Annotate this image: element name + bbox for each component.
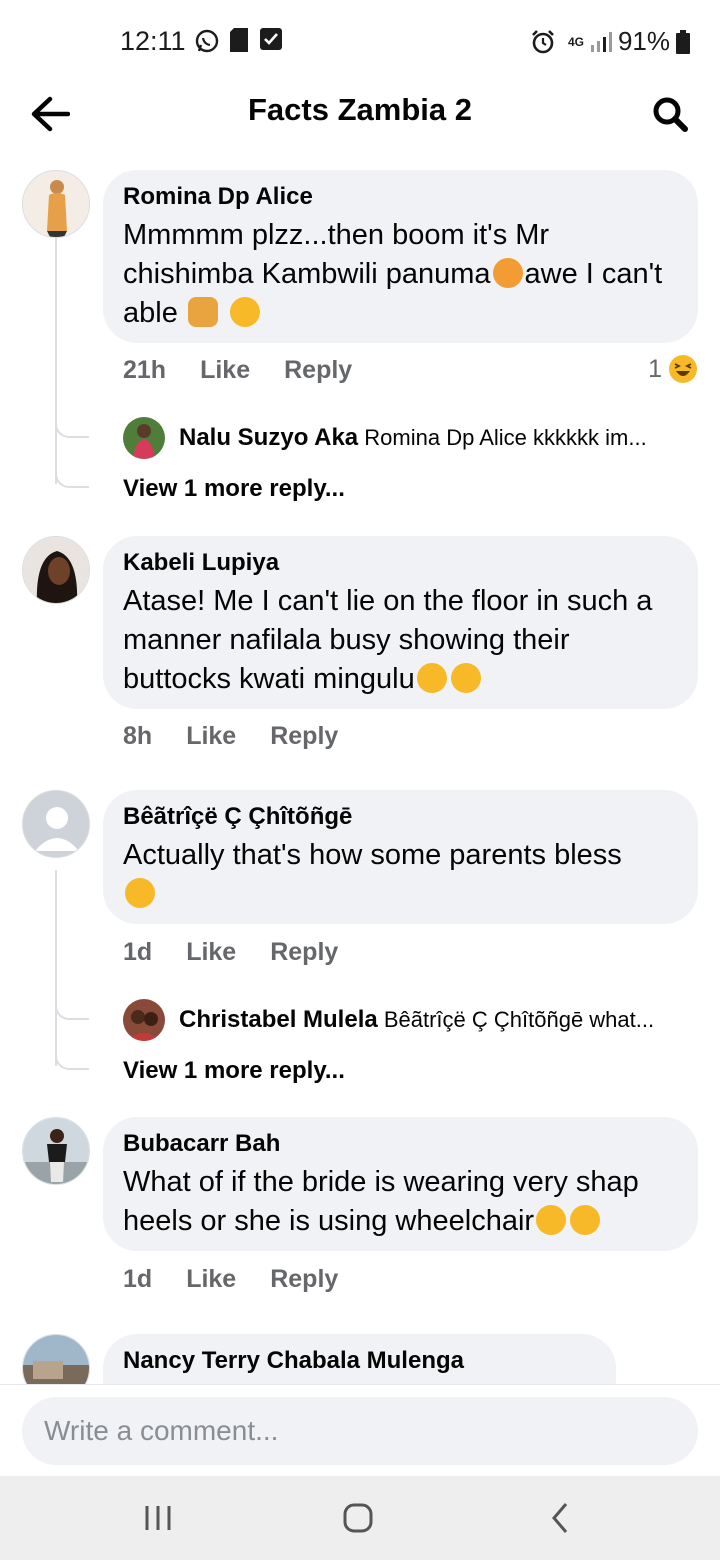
comment-author[interactable]: Kabeli Lupiya	[123, 548, 678, 578]
top-app-bar: Facts Zambia 2	[0, 80, 720, 152]
comment-input[interactable]	[22, 1397, 698, 1465]
comment-text: Atase! Me I can't lie on the floor in su…	[123, 585, 653, 695]
battery-icon	[676, 29, 690, 54]
reply-text: Christabel Mulela Bêãtrîçë Ç Çhîtõñgē wh…	[179, 1006, 655, 1033]
reply-button[interactable]: Reply	[284, 356, 352, 385]
reply-button[interactable]: Reply	[270, 938, 338, 967]
default-avatar-icon	[23, 791, 89, 857]
avatar-photo	[23, 537, 89, 603]
comment-text: Mmmmm plzz...then boom it's Mr chishimba…	[123, 219, 663, 329]
reply-author[interactable]: Christabel Mulela	[179, 1006, 378, 1033]
system-nav-bar	[0, 1476, 720, 1560]
alarm-icon	[532, 29, 554, 53]
page-title: Facts Zambia 2	[248, 92, 472, 127]
reaction-summary[interactable]: 1	[648, 354, 698, 384]
comment-text: What of if the bride is wearing very sha…	[123, 1166, 639, 1237]
sd-card-icon	[230, 28, 248, 52]
comment-actions: 1d Like Reply	[123, 938, 338, 967]
like-button[interactable]: Like	[186, 938, 236, 967]
comment-time: 21h	[123, 356, 167, 384]
home-icon[interactable]	[338, 1498, 378, 1538]
comment-actions: 21h Like Reply	[123, 356, 352, 385]
recents-icon[interactable]	[138, 1498, 178, 1538]
comment-time: 1d	[123, 938, 153, 966]
steam-from-nose-emoji	[450, 663, 481, 693]
reply-avatar[interactable]	[123, 999, 165, 1041]
nav-back-icon[interactable]	[540, 1498, 580, 1538]
smiling-face-emoji	[125, 878, 155, 908]
reply-avatar[interactable]	[123, 417, 165, 459]
avatar-photo	[123, 999, 165, 1041]
status-time: 12:11	[120, 26, 186, 56]
thread-branch	[55, 466, 89, 488]
reply-author[interactable]: Nalu Suzyo Aka	[179, 424, 358, 451]
comment-author[interactable]: Bêãtrîçë Ç Çhîtõñgē	[123, 802, 678, 832]
avatar[interactable]	[22, 536, 90, 604]
steam-from-nose-emoji	[416, 663, 447, 693]
reaction-count: 1	[648, 354, 662, 383]
avatar-photo	[23, 171, 89, 237]
reply-button[interactable]: Reply	[270, 722, 338, 751]
view-more-replies[interactable]: View 1 more reply...	[123, 1057, 345, 1085]
search-icon	[653, 97, 688, 132]
comment-composer	[0, 1384, 720, 1476]
comment-bubble[interactable]: Kabeli Lupiya Atase! Me I can't lie on t…	[103, 536, 698, 709]
status-right: 4G 91%	[530, 26, 690, 57]
reply-text: Nalu Suzyo Aka Romina Dp Alice kkkkkk im…	[179, 424, 647, 451]
reply-preview[interactable]: Christabel Mulela Bêãtrîçë Ç Çhîtõñgē wh…	[123, 999, 698, 1041]
reply-preview[interactable]: Nalu Suzyo Aka Romina Dp Alice kkkkkk im…	[123, 417, 698, 459]
comment-time: 8h	[123, 722, 153, 750]
signal-icon	[590, 31, 612, 52]
comment-author[interactable]: Romina Dp Alice	[123, 182, 678, 212]
comment-bubble[interactable]: Nancy Terry Chabala Mulenga	[103, 1334, 616, 1384]
avatar[interactable]	[22, 1334, 90, 1384]
avatar[interactable]	[22, 790, 90, 858]
avatar[interactable]	[22, 1117, 90, 1185]
view-more-replies[interactable]: View 1 more reply...	[123, 475, 345, 503]
comment-actions: 8h Like Reply	[123, 722, 338, 751]
network-type: 4G	[567, 34, 584, 49]
like-button[interactable]: Like	[186, 722, 236, 751]
thread-branch	[55, 416, 89, 438]
woman-gesturing-ok-emoji	[492, 258, 523, 288]
checkbox-icon	[260, 28, 282, 50]
thread-line	[55, 870, 57, 1066]
avatar[interactable]	[22, 170, 90, 238]
winking-tongue-emoji	[229, 297, 260, 327]
comment-author[interactable]: Bubacarr Bah	[123, 1129, 678, 1159]
avatar-photo	[23, 1335, 89, 1384]
like-button[interactable]: Like	[200, 356, 250, 385]
search-button[interactable]	[646, 90, 694, 138]
comments-list: Romina Dp Alice Mmmmm plzz...then boom i…	[0, 152, 720, 1384]
status-bar: 12:11 4G 91%	[0, 0, 720, 80]
like-button[interactable]: Like	[186, 1265, 236, 1294]
thread-line	[55, 238, 57, 484]
thread-branch	[55, 998, 89, 1020]
battery-percent: 91%	[617, 26, 670, 56]
haha-reaction-icon	[669, 355, 697, 383]
tears-of-joy-emoji	[570, 1205, 601, 1235]
comment-actions: 1d Like Reply	[123, 1265, 338, 1294]
avatar-photo	[23, 1118, 89, 1184]
comment-author[interactable]: Nancy Terry Chabala Mulenga	[123, 1346, 596, 1376]
comment-time: 1d	[123, 1265, 153, 1293]
comment-bubble[interactable]: Romina Dp Alice Mmmmm plzz...then boom i…	[103, 170, 698, 343]
comment-bubble[interactable]: Bêãtrîçë Ç Çhîtõñgē Actually that's how …	[103, 790, 698, 924]
reply-button[interactable]: Reply	[270, 1265, 338, 1294]
comment-bubble[interactable]: Bubacarr Bah What of if the bride is wea…	[103, 1117, 698, 1251]
comment-text: Actually that's how some parents bless	[123, 836, 678, 914]
avatar-photo	[123, 417, 165, 459]
thread-branch	[55, 1048, 89, 1070]
whatsapp-icon	[195, 29, 219, 53]
person-gesturing-no-emoji	[187, 297, 218, 327]
grinning-sweat-emoji	[536, 1205, 567, 1235]
